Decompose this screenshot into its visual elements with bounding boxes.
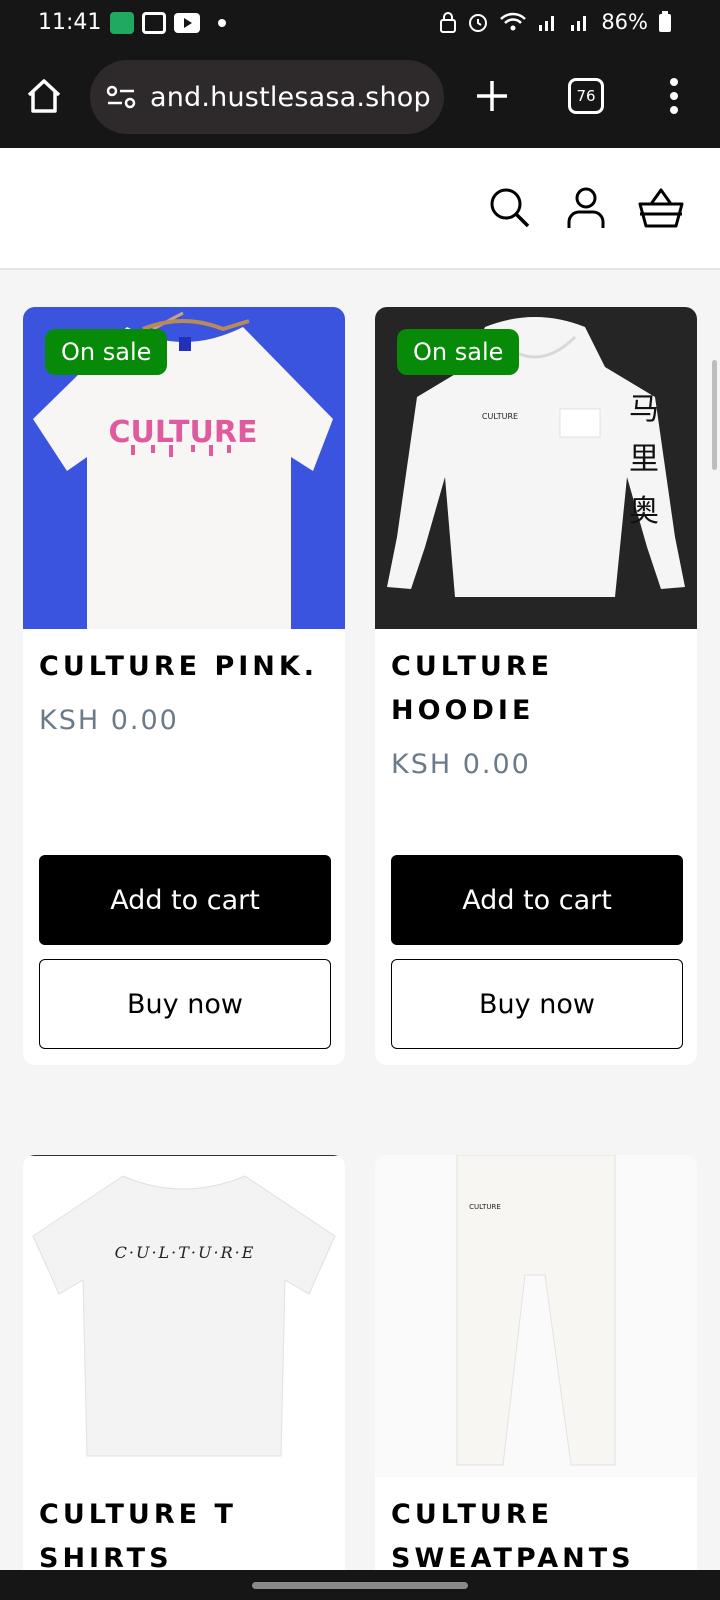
news-icon (142, 12, 166, 34)
youtube-icon (174, 13, 200, 33)
site-header (0, 148, 720, 270)
url-text: and.hustlesasa.shop (150, 81, 431, 113)
status-right: 86% (439, 10, 672, 34)
buy-now-button[interactable]: Buy now (391, 959, 683, 1049)
navigation-bar (0, 1570, 720, 1600)
battery-percent: 86% (601, 10, 648, 34)
sweatpants-print-text: CULTURE (469, 1203, 501, 1211)
product-image[interactable]: CULTURE (375, 1155, 697, 1477)
on-sale-badge: On sale (45, 329, 168, 375)
status-time: 11:41 (38, 10, 102, 35)
search-button[interactable] (488, 186, 532, 230)
signal-icon (571, 16, 587, 31)
product-card[interactable]: CULTURE 马 里 奥 On sale CULTURE HOODIE KSH… (375, 307, 697, 1065)
product-title[interactable]: CULTURE SWEATPANTS (391, 1493, 671, 1581)
product-card[interactable]: CULTURE CULTURE SWEATPANTS (375, 1155, 697, 1585)
wifi-icon (500, 12, 527, 31)
basket-icon (638, 188, 684, 228)
signal-icon (539, 16, 555, 31)
scrollbar-thumb[interactable] (712, 360, 717, 470)
product-price: KSH 0.00 (39, 705, 179, 736)
shirt-print-text: C·U·L·T·U·R·E (115, 1243, 256, 1262)
shirt-print-text: CULTURE (109, 415, 258, 450)
tab-switcher-button[interactable]: 76 (568, 78, 604, 114)
dot-icon (218, 19, 226, 27)
product-title[interactable]: CULTURE HOODIE (391, 645, 671, 733)
payment-app-icon (110, 12, 134, 34)
product-image[interactable]: CULTURE 马 里 奥 On sale (375, 307, 697, 629)
status-bar: 11:41 86% (0, 0, 720, 48)
on-sale-badge: On sale (397, 329, 520, 375)
product-title[interactable]: CULTURE T SHIRTS (39, 1493, 319, 1581)
home-icon (27, 79, 61, 113)
search-icon (490, 188, 530, 228)
account-button[interactable] (564, 186, 608, 230)
product-card[interactable]: C·U·L·T·U·R·E CULTURE T SHIRTS (23, 1155, 345, 1585)
plus-icon (477, 81, 507, 111)
account-icon (567, 187, 605, 228)
cart-button[interactable] (638, 186, 684, 230)
product-title[interactable]: CULTURE PINK. (39, 645, 319, 689)
add-to-cart-button[interactable]: Add to cart (39, 855, 331, 945)
status-left-icons (110, 12, 226, 34)
product-image[interactable]: C·U·L·T·U·R·E (23, 1155, 345, 1477)
browser-menu-button[interactable] (666, 76, 682, 116)
alarm-icon (469, 14, 488, 32)
white-sweatpants-image: CULTURE (456, 1155, 616, 1466)
battery-icon (659, 11, 671, 32)
site-settings-icon[interactable] (104, 82, 140, 112)
svg-text:奥: 奥 (629, 494, 659, 529)
product-price: KSH 0.00 (391, 749, 531, 780)
product-image[interactable]: CULTURE On sale (23, 307, 345, 629)
buy-now-button[interactable]: Buy now (39, 959, 331, 1049)
new-tab-button[interactable] (472, 76, 512, 116)
address-bar[interactable]: and.hustlesasa.shop (90, 60, 444, 134)
white-tshirt-image: C·U·L·T·U·R·E (32, 1175, 336, 1457)
gesture-handle[interactable] (252, 1582, 468, 1589)
add-to-cart-button[interactable]: Add to cart (391, 855, 683, 945)
product-card[interactable]: CULTURE On sale CULTURE PINK. KSH 0.00 A… (23, 307, 345, 1065)
home-button[interactable] (24, 76, 64, 116)
lock-icon (440, 12, 457, 33)
browser-toolbar: and.hustlesasa.shop 76 (0, 48, 720, 148)
more-vert-icon (670, 78, 678, 114)
hoodie-print-text: CULTURE (482, 412, 518, 421)
svg-text:马: 马 (629, 392, 659, 427)
svg-text:里: 里 (629, 442, 659, 477)
